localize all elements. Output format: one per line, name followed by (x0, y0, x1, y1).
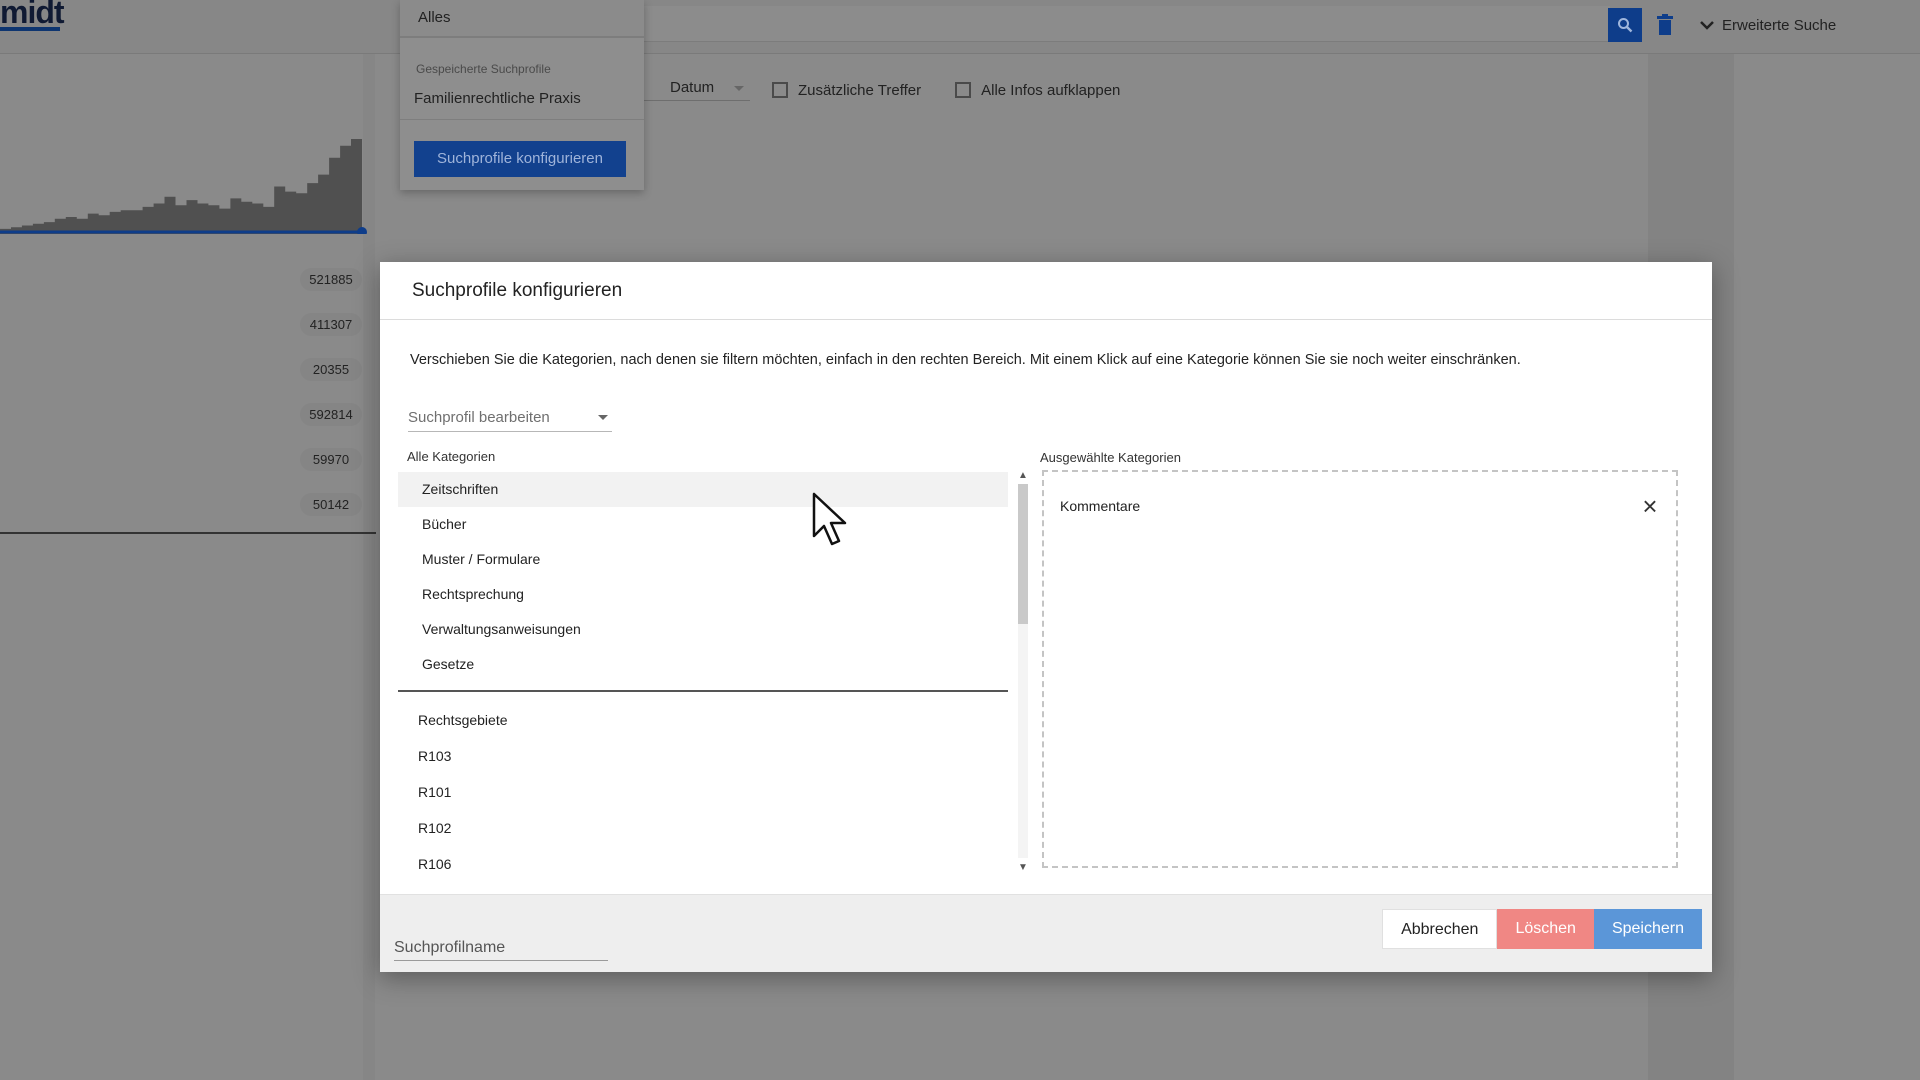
dialog-title: Suchprofile konfigurieren (380, 262, 1712, 320)
legal-area-item[interactable]: R106 (398, 846, 1008, 872)
search-profile-dropdown: Alles Gespeicherte Suchprofile Familienr… (400, 0, 644, 190)
caret-down-icon (734, 86, 744, 91)
list-divider (398, 690, 1008, 692)
dialog-description: Verschieben Sie die Kategorien, nach den… (410, 352, 1521, 368)
additional-hits-checkbox[interactable] (772, 82, 788, 98)
dialog-actions: Abbrechen Löschen Speichern (1382, 909, 1702, 949)
legal-area-item[interactable]: R101 (398, 774, 1008, 810)
category-item[interactable]: Verwaltungsanweisungen (398, 612, 1008, 647)
category-item[interactable]: Bücher (398, 507, 1008, 542)
expand-all-filter[interactable]: Alle Infos aufklappen (955, 82, 1120, 99)
top-bar: midt Erweiterte Suche (0, 0, 1920, 54)
configure-profiles-button[interactable]: Suchprofile konfigurieren (414, 141, 626, 177)
filter-row: Datum Zusätzliche Treffer Alle Infos auf… (640, 76, 1120, 104)
left-sidebar: 521885 411307 20355 592814 59970 50142 (0, 54, 376, 1080)
sort-select-value: Datum (670, 79, 715, 96)
profile-name-input[interactable] (394, 935, 608, 961)
count-badge: 59970 (300, 448, 362, 471)
logo-underline (0, 27, 60, 31)
dialog-footer: Abbrechen Löschen Speichern (380, 894, 1712, 972)
delete-button[interactable]: Löschen (1497, 909, 1594, 949)
advanced-search-toggle[interactable]: Erweiterte Suche (1700, 17, 1836, 34)
configure-profiles-dialog: Suchprofile konfigurieren Verschieben Si… (380, 262, 1712, 972)
sort-select[interactable]: Datum (640, 79, 750, 101)
trash-icon[interactable] (1656, 14, 1674, 36)
legal-area-item[interactable]: R102 (398, 810, 1008, 846)
close-icon[interactable]: × (1640, 493, 1660, 519)
count-badge: 50142 (300, 493, 362, 516)
expand-all-label: Alle Infos aufklappen (981, 81, 1121, 99)
edit-profile-select[interactable]: Suchprofil bearbeiten (408, 404, 612, 432)
mouse-cursor-icon (812, 492, 847, 546)
count-badge: 411307 (300, 313, 362, 336)
caret-down-icon (598, 415, 608, 420)
selected-category-label: Kommentare (1060, 498, 1141, 514)
category-item[interactable]: Muster / Formulare (398, 542, 1008, 577)
count-badge: 521885 (300, 268, 362, 291)
count-list: 521885 411307 20355 592814 59970 50142 (300, 268, 368, 538)
selected-categories-label: Ausgewählte Kategorien (1040, 450, 1181, 465)
cancel-button[interactable]: Abbrechen (1382, 909, 1498, 949)
sidebar-divider (0, 532, 376, 534)
all-categories-list: Zeitschriften Bücher Muster / Formulare … (398, 472, 1008, 872)
additional-hits-filter[interactable]: Zusätzliche Treffer (772, 82, 921, 99)
all-categories-label: Alle Kategorien (407, 449, 496, 464)
search-input[interactable] (640, 6, 1610, 42)
additional-hits-label: Zusätzliche Treffer (798, 81, 922, 99)
dropdown-option-all[interactable]: Alles (400, 0, 644, 38)
search-icon (1618, 18, 1633, 33)
search-button[interactable] (1608, 8, 1642, 42)
scroll-down-icon[interactable]: ▼ (1017, 862, 1029, 874)
saved-profiles-group-label: Gespeicherte Suchprofile (416, 62, 551, 76)
scroll-thumb[interactable] (1018, 484, 1028, 624)
saved-profile-item[interactable]: Familienrechtliche Praxis (400, 76, 644, 120)
expand-all-checkbox[interactable] (955, 82, 972, 98)
histogram-area (0, 139, 362, 234)
count-badge: 20355 (300, 358, 362, 381)
category-list-scrollbar[interactable]: ▲ ▼ (1014, 470, 1032, 874)
category-item[interactable]: Rechtsprechung (398, 577, 1008, 612)
category-item[interactable]: Gesetze (398, 647, 1008, 682)
count-badge: 592814 (300, 403, 362, 426)
save-button[interactable]: Speichern (1593, 909, 1702, 949)
date-histogram[interactable] (0, 134, 370, 234)
selected-category-item[interactable]: Kommentare × (1060, 493, 1660, 519)
legal-areas-label[interactable]: Rechtsgebiete (398, 702, 1008, 738)
edit-profile-select-placeholder: Suchprofil bearbeiten (408, 409, 550, 426)
chevron-down-icon (1700, 20, 1714, 30)
category-item[interactable]: Zeitschriften (398, 472, 1008, 507)
selected-categories-dropzone[interactable]: Kommentare × (1042, 470, 1678, 868)
advanced-search-label: Erweiterte Suche (1722, 17, 1837, 34)
legal-area-item[interactable]: R103 (398, 738, 1008, 774)
scroll-up-icon[interactable]: ▲ (1017, 470, 1029, 482)
